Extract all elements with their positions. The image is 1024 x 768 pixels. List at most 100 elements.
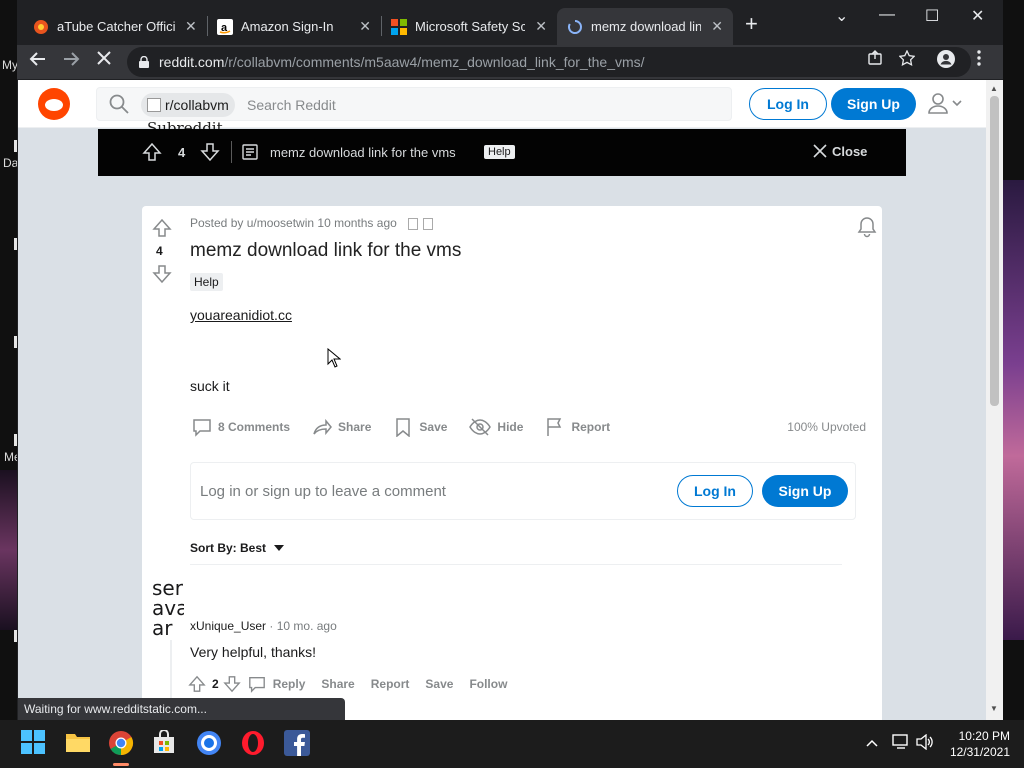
upvote-ratio: 100% Upvoted <box>787 420 866 434</box>
reply-button[interactable]: Reply <box>273 677 306 691</box>
post-actions: 8 Comments Share Save Hide Report <box>192 414 632 440</box>
upvote-arrow-icon[interactable] <box>152 218 172 238</box>
overlay-vote-count: 4 <box>178 145 186 160</box>
share-arrow-icon <box>313 418 333 436</box>
comment-save-button[interactable]: Save <box>425 677 453 691</box>
chrome-alt-icon[interactable] <box>196 730 222 756</box>
flag-icon <box>547 418 562 436</box>
hide-label: Hide <box>497 420 524 434</box>
url-path: /r/collabvm/comments/m5aaw4/memz_downloa… <box>224 54 645 70</box>
downvote-arrow-icon[interactable] <box>152 264 172 284</box>
chrome-icon[interactable] <box>108 730 134 756</box>
comment-body: Very helpful, thanks! <box>190 644 317 660</box>
system-clock[interactable]: 10:20 PM 12/31/2021 <box>946 728 1010 760</box>
comment-share-button[interactable]: Share <box>321 677 354 691</box>
post-card: 4 Posted by u/moosetwin 10 months ago me… <box>142 206 882 720</box>
comment-header: xUnique_User · 10 mo. ago <box>190 619 337 633</box>
new-tab-button[interactable]: + <box>745 13 758 35</box>
back-arrow-icon[interactable] <box>29 50 47 73</box>
close-overlay-button[interactable]: Close <box>812 143 867 159</box>
bookmark-star-icon[interactable] <box>898 49 916 70</box>
tab-title: Amazon Sign-In <box>241 19 334 34</box>
eye-slash-icon <box>469 418 492 436</box>
status-bar: Waiting for www.redditstatic.com... <box>18 698 345 720</box>
broken-image-icon <box>423 217 434 230</box>
tab-search-icon[interactable]: ⌄ <box>835 6 848 26</box>
comments-button[interactable]: 8 Comments <box>192 417 290 437</box>
bell-icon[interactable] <box>856 216 878 238</box>
facebook-icon[interactable] <box>284 730 310 756</box>
opera-icon[interactable] <box>240 730 266 756</box>
downvote-arrow-icon[interactable] <box>222 675 241 693</box>
store-icon[interactable] <box>152 729 178 756</box>
post-vote-count: 4 <box>156 244 163 258</box>
microsoft-icon <box>391 18 407 35</box>
share-icon[interactable] <box>867 50 883 70</box>
volume-icon[interactable] <box>916 733 934 753</box>
address-bar[interactable]: reddit.com/r/collabvm/comments/m5aaw4/me… <box>127 47 971 77</box>
bookmark-icon <box>396 418 411 437</box>
url-text: reddit.com/r/collabvm/comments/m5aaw4/me… <box>159 54 645 70</box>
avatar[interactable]: ser ava ar <box>152 578 184 638</box>
report-label: Report <box>571 420 611 434</box>
user-menu-icon[interactable] <box>928 92 968 116</box>
downvote-arrow-icon[interactable] <box>200 142 220 162</box>
close-icon[interactable]: ✕ <box>185 18 197 35</box>
signup-button[interactable]: Sign Up <box>831 88 916 120</box>
mouse-cursor-icon <box>327 347 342 373</box>
upvote-arrow-icon[interactable] <box>188 675 206 693</box>
clock-time: 10:20 PM <box>958 729 1010 743</box>
comment-author[interactable]: xUnique_User <box>190 619 266 633</box>
windows-start-icon[interactable] <box>21 730 47 756</box>
tab-reddit-active[interactable]: memz download link ✕ <box>557 8 733 45</box>
tab-microsoft[interactable]: Microsoft Safety Sca ✕ <box>381 8 557 45</box>
caret-down-icon <box>274 545 285 551</box>
scrollbar-thumb[interactable] <box>990 96 999 406</box>
tab-amazon[interactable]: a Amazon Sign-In ✕ <box>207 8 381 45</box>
browser-window: aTube Catcher Officia ✕ a Amazon Sign-In… <box>17 0 1003 720</box>
post-flair[interactable]: Help <box>190 273 223 291</box>
vertical-scrollbar[interactable]: ▲ ▼ <box>986 80 1003 720</box>
close-window-button[interactable]: ✕ <box>971 6 984 26</box>
upvote-arrow-icon[interactable] <box>142 142 162 162</box>
close-icon[interactable]: ✕ <box>359 18 371 35</box>
overlay-title: memz download link for the vms <box>270 145 456 160</box>
wallpaper-glow <box>1000 180 1024 640</box>
amazon-icon: a <box>217 18 233 35</box>
save-button[interactable]: Save <box>393 417 447 437</box>
kebab-menu-icon[interactable] <box>977 50 981 70</box>
minimize-button[interactable]: — <box>879 6 895 24</box>
tray-overflow-icon[interactable] <box>866 734 878 750</box>
scroll-down-icon[interactable]: ▼ <box>990 704 998 713</box>
close-icon[interactable]: ✕ <box>535 18 547 35</box>
web-page: r/collabvm Subreddit Search Reddit Log I… <box>18 80 986 720</box>
post-overlay-bar: 4 memz download link for the vms Help Cl… <box>98 129 906 176</box>
comments-label: 8 Comments <box>218 420 291 434</box>
profile-icon[interactable] <box>937 50 955 72</box>
comment-login-button[interactable]: Log In <box>677 475 753 507</box>
tab-atube[interactable]: aTube Catcher Officia ✕ <box>23 8 207 45</box>
tab-strip: aTube Catcher Officia ✕ a Amazon Sign-In… <box>17 0 1003 45</box>
login-button[interactable]: Log In <box>749 88 827 120</box>
scroll-up-icon[interactable]: ▲ <box>990 84 998 93</box>
network-icon[interactable] <box>892 734 910 753</box>
close-icon[interactable]: ✕ <box>711 18 723 35</box>
maximize-button[interactable]: ☐ <box>925 6 939 26</box>
comment-report-button[interactable]: Report <box>371 677 410 691</box>
forward-arrow-icon[interactable] <box>62 50 80 73</box>
post-link[interactable]: youareanidiot.cc <box>190 307 292 323</box>
search-bar[interactable]: r/collabvm Subreddit Search Reddit <box>96 87 732 137</box>
sort-dropdown[interactable]: Sort By: Best <box>190 541 285 555</box>
comment-follow-button[interactable]: Follow <box>469 677 507 691</box>
stop-loading-icon[interactable] <box>96 50 112 71</box>
comment-signup-button[interactable]: Sign Up <box>762 475 848 507</box>
browser-toolbar: reddit.com/r/collabvm/comments/m5aaw4/me… <box>17 45 1003 79</box>
hide-button[interactable]: Hide <box>469 417 523 437</box>
reddit-logo-icon[interactable] <box>38 88 70 120</box>
share-button[interactable]: Share <box>312 417 371 437</box>
tab-title: Microsoft Safety Sca <box>415 19 526 34</box>
file-explorer-icon[interactable] <box>65 730 91 756</box>
subreddit-chip[interactable]: r/collabvm <box>141 93 235 117</box>
report-button[interactable]: Report <box>545 417 610 437</box>
overlay-flair: Help <box>484 145 515 159</box>
